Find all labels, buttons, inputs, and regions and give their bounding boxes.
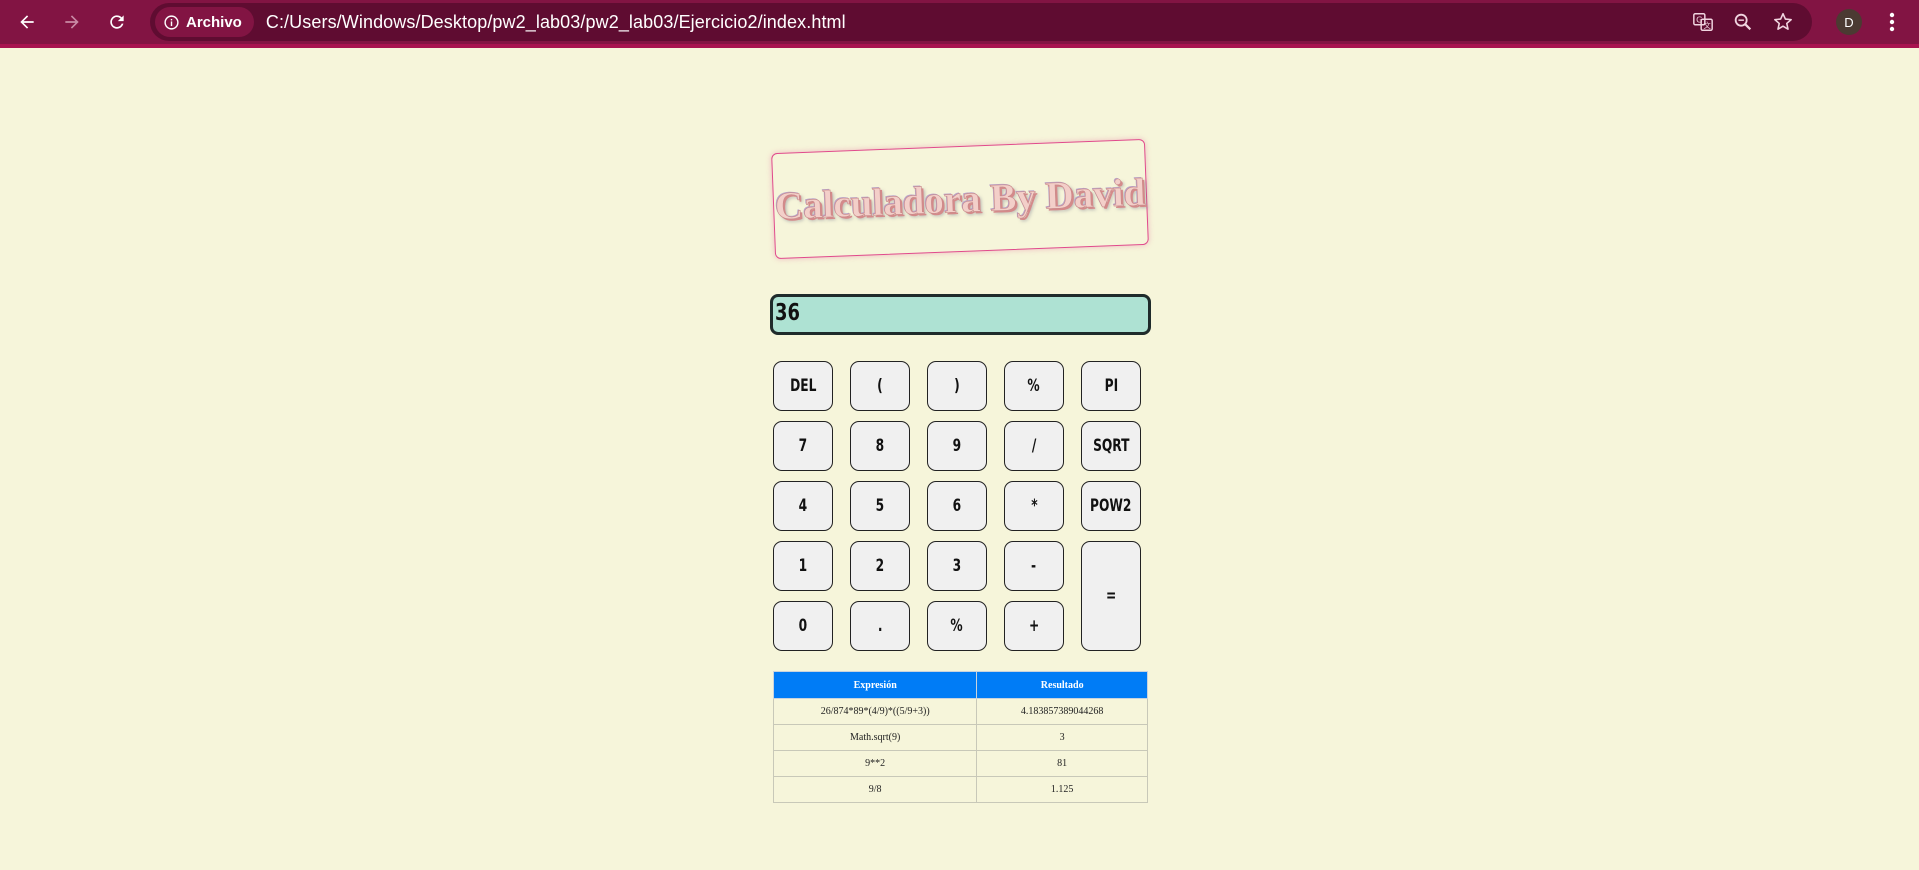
key-label: (: [877, 376, 883, 396]
star-icon[interactable]: [1772, 11, 1794, 33]
key-8[interactable]: 8: [850, 421, 910, 471]
key-label: 0: [798, 616, 808, 636]
reload-button[interactable]: [97, 4, 137, 40]
key-label: +: [1028, 616, 1040, 636]
key-7[interactable]: 7: [773, 421, 833, 471]
key-open-paren[interactable]: (: [850, 361, 910, 411]
back-arrow-icon: [20, 15, 34, 29]
key-0[interactable]: 0: [773, 601, 833, 651]
profile-avatar[interactable]: D: [1836, 9, 1862, 35]
table-row: Math.sqrt(9) 3: [772, 724, 1148, 751]
svg-text:文: 文: [1703, 21, 1711, 30]
key-label: =: [1105, 586, 1117, 606]
key-label: 5: [875, 496, 885, 516]
key-sqrt[interactable]: SQRT: [1081, 421, 1141, 471]
table-row: 9/8 1.125: [772, 776, 1148, 803]
key-1[interactable]: 1: [773, 541, 833, 591]
forward-arrow-icon: [65, 15, 79, 29]
cell-result: 4.183857389044268: [976, 698, 1148, 725]
back-button[interactable]: [7, 4, 47, 40]
cell-result: 1.125: [976, 776, 1148, 803]
display-value: 36: [775, 300, 800, 326]
table-header-row: Expresión Resultado: [772, 671, 1148, 699]
calculator-title-box: Calculadora By David: [771, 138, 1149, 260]
key-9[interactable]: 9: [927, 421, 987, 471]
key-label: *: [1030, 496, 1038, 516]
key-label: 6: [952, 496, 962, 516]
cell-expression: 26/874*89*(4/9)*((5/9+3)): [772, 698, 978, 725]
key-percent-2[interactable]: %: [927, 601, 987, 651]
key-divide[interactable]: /: [1004, 421, 1064, 471]
cell-result: 81: [976, 750, 1148, 777]
key-label: %: [950, 616, 964, 636]
cell-expression: Math.sqrt(9): [772, 724, 978, 751]
site-info-chip[interactable]: Archivo: [155, 7, 254, 37]
key-label: 9: [952, 436, 962, 456]
key-label: 3: [952, 556, 962, 576]
key-label: -: [1031, 556, 1037, 576]
key-minus[interactable]: -: [1004, 541, 1064, 591]
key-close-paren[interactable]: ): [927, 361, 987, 411]
info-icon: [164, 14, 179, 30]
zoom-icon[interactable]: [1732, 11, 1754, 33]
key-label: .: [877, 616, 883, 636]
translate-icon[interactable]: G文: [1692, 11, 1714, 33]
table-row: 26/874*89*(4/9)*((5/9+3)) 4.183857389044…: [772, 698, 1148, 725]
browser-toolbar: Archivo C:/Users/Windows/Desktop/pw2_lab…: [0, 0, 1919, 44]
cell-expression: 9**2: [772, 750, 978, 777]
header-result: Resultado: [976, 671, 1148, 699]
calculator-display[interactable]: 36: [770, 294, 1151, 335]
key-plus[interactable]: +: [1004, 601, 1064, 651]
key-equals[interactable]: =: [1081, 541, 1141, 651]
key-label: 8: [875, 436, 885, 456]
key-label: PI: [1104, 376, 1118, 396]
key-pow2[interactable]: POW2: [1081, 481, 1141, 531]
key-label: 4: [798, 496, 808, 516]
key-label: ): [954, 376, 960, 396]
key-6[interactable]: 6: [927, 481, 987, 531]
calculator-title: Calculadora By David: [774, 170, 1147, 228]
key-label: 7: [798, 436, 808, 456]
key-del[interactable]: DEL: [773, 361, 833, 411]
key-percent[interactable]: %: [1004, 361, 1064, 411]
url-text[interactable]: C:/Users/Windows/Desktop/pw2_lab03/pw2_l…: [266, 12, 846, 33]
key-label: /: [1031, 436, 1037, 456]
key-5[interactable]: 5: [850, 481, 910, 531]
reload-icon: [110, 15, 124, 29]
key-4[interactable]: 4: [773, 481, 833, 531]
key-pi[interactable]: PI: [1081, 361, 1141, 411]
key-label: %: [1027, 376, 1041, 396]
key-3[interactable]: 3: [927, 541, 987, 591]
key-2[interactable]: 2: [850, 541, 910, 591]
key-label: SQRT: [1092, 436, 1130, 456]
key-label: DEL: [789, 376, 817, 396]
key-label: 1: [798, 556, 808, 576]
omnibox-actions: G文: [1692, 3, 1794, 41]
key-dot[interactable]: .: [850, 601, 910, 651]
table-row: 9**2 81: [772, 750, 1148, 777]
cell-result: 3: [976, 724, 1148, 751]
more-menu-icon[interactable]: [1882, 8, 1902, 36]
key-label: POW2: [1090, 496, 1132, 516]
address-bar[interactable]: Archivo C:/Users/Windows/Desktop/pw2_lab…: [150, 3, 1812, 41]
history-table: Expresión Resultado 26/874*89*(4/9)*((5/…: [772, 671, 1148, 803]
header-expression: Expresión: [772, 671, 978, 699]
key-label: 2: [875, 556, 885, 576]
forward-button[interactable]: [52, 4, 92, 40]
security-chip-label: Archivo: [186, 13, 242, 31]
cell-expression: 9/8: [772, 776, 978, 803]
key-multiply[interactable]: *: [1004, 481, 1064, 531]
toolbar-accent-stripe: [0, 44, 1919, 48]
